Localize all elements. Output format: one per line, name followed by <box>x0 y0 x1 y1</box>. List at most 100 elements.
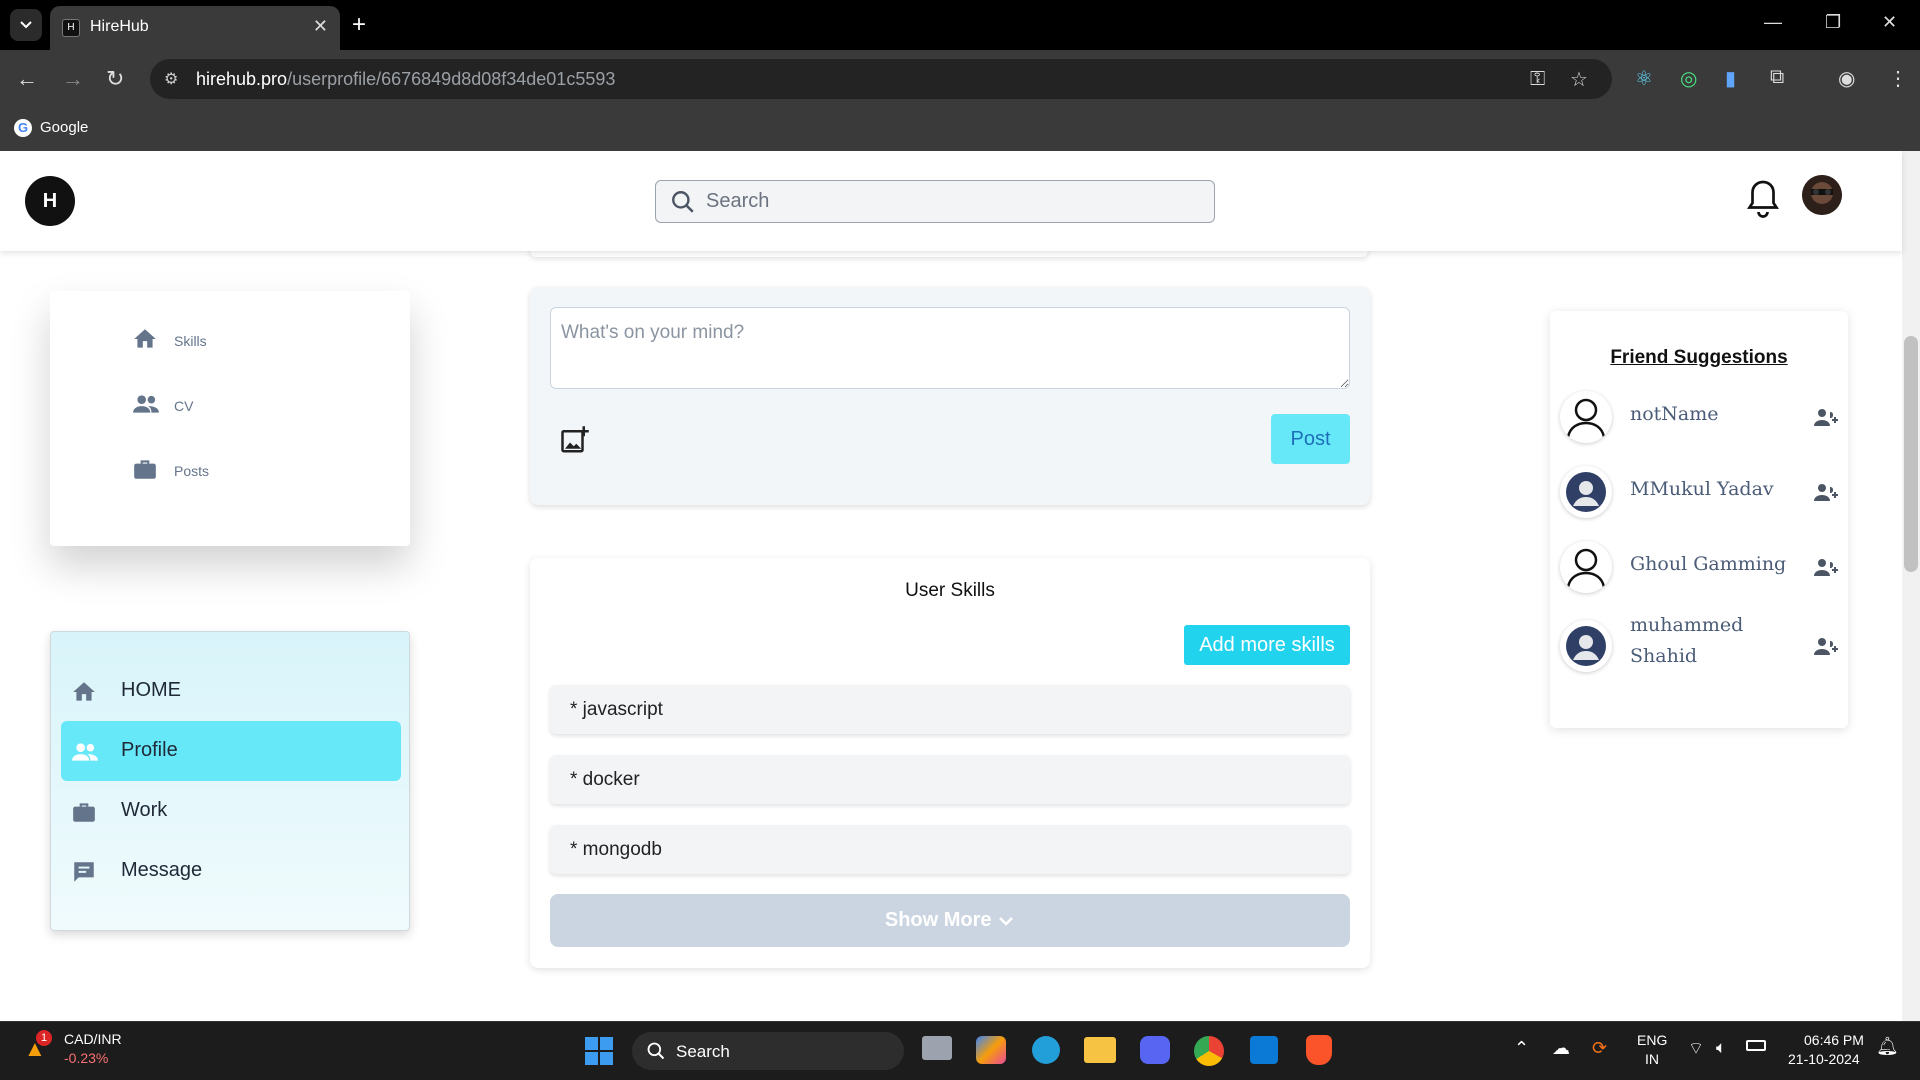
outline-user-icon <box>1560 391 1612 443</box>
page-viewport: H Skills CV Posts HOME P <box>0 151 1920 1021</box>
windows-taskbar: ▲ 1 CAD/INR -0.23% Search ⌃ ☁ ⟳ ENG IN ⌔… <box>0 1021 1920 1080</box>
post-textarea[interactable] <box>550 307 1350 389</box>
post-button[interactable]: Post <box>1271 414 1350 464</box>
taskbar-search[interactable]: Search <box>632 1032 904 1070</box>
friend-name[interactable]: notName <box>1630 399 1790 430</box>
extension-circle-icon[interactable]: ◎ <box>1680 66 1697 91</box>
battery-icon[interactable] <box>1746 1040 1766 1051</box>
user-skills-card: User Skills Add more skills * javascript… <box>530 558 1370 968</box>
google-icon: G <box>14 119 32 138</box>
people-icon <box>133 395 159 413</box>
add-friend-icon[interactable] <box>1813 481 1839 503</box>
bookmarks-bar: G Google <box>0 108 1920 151</box>
friend-name[interactable]: muhammed Shahid <box>1630 610 1790 672</box>
skill-item: * mongodb <box>550 825 1350 874</box>
react-devtools-icon[interactable]: ⚛ <box>1635 66 1653 91</box>
volume-icon[interactable]: 🔈︎ <box>1716 1038 1726 1058</box>
people-icon <box>72 743 98 761</box>
friend-name[interactable]: MMukul Yadav <box>1630 474 1790 505</box>
language-bottom[interactable]: IN <box>1645 1051 1659 1067</box>
address-bar[interactable]: ⚙ hirehub.pro/userprofile/6676849d8d08f3… <box>150 59 1612 99</box>
home-icon <box>134 329 156 348</box>
chrome-icon[interactable] <box>1194 1036 1224 1066</box>
tab-title: HireHub <box>90 18 149 35</box>
briefcase-icon <box>134 460 156 479</box>
ticker-change: -0.23% <box>64 1050 109 1066</box>
add-friend-icon[interactable] <box>1813 556 1839 578</box>
close-tab-icon[interactable]: ✕ <box>313 16 328 37</box>
notification-bell-icon[interactable] <box>1745 179 1781 221</box>
restore-window-icon[interactable]: ❐ <box>1825 12 1841 33</box>
ticker-badge: 1 <box>36 1030 52 1046</box>
section-link-skills[interactable]: Skills <box>132 326 207 356</box>
post-composer: Post <box>530 287 1370 505</box>
tab-list-dropdown-button[interactable] <box>10 9 42 41</box>
close-window-icon[interactable]: ✕ <box>1882 12 1897 33</box>
browser-menu-icon[interactable]: ⋮ <box>1888 66 1908 91</box>
sidebar-item-profile[interactable]: Profile <box>61 721 401 781</box>
profile-icon[interactable]: ◉ <box>1838 66 1855 91</box>
user-avatar[interactable] <box>1802 175 1842 215</box>
add-image-icon[interactable] <box>560 425 590 455</box>
search-icon <box>647 1042 665 1060</box>
copilot-icon[interactable] <box>976 1036 1006 1064</box>
add-friend-icon[interactable] <box>1813 406 1839 428</box>
default-avatar <box>1560 620 1612 672</box>
friend-name[interactable]: Ghoul Gamming <box>1630 549 1790 580</box>
clock-time[interactable]: 06:46 PM <box>1804 1032 1864 1048</box>
section-link-posts[interactable]: Posts <box>132 456 209 486</box>
friend-suggestion-item: Ghoul Gamming <box>1560 537 1840 597</box>
telegram-icon[interactable] <box>1032 1036 1060 1064</box>
sidebar-item-work[interactable]: Work <box>61 781 401 841</box>
brave-icon[interactable] <box>1306 1035 1332 1065</box>
friend-suggestions-title: Friend Suggestions <box>1610 347 1788 368</box>
new-tab-button[interactable]: + <box>352 11 366 39</box>
clock-date[interactable]: 21-10-2024 <box>1788 1051 1860 1067</box>
extensions-puzzle-icon[interactable]: ⧉ <box>1770 66 1784 89</box>
search-icon <box>672 191 694 213</box>
hirehub-logo[interactable]: H <box>25 176 75 226</box>
reload-icon[interactable]: ↻ <box>106 66 124 92</box>
forward-icon[interactable]: → <box>62 66 84 92</box>
sidebar-item-home[interactable]: HOME <box>61 661 401 721</box>
wifi-icon[interactable]: ⌔ <box>1688 1038 1704 1059</box>
outline-user-icon <box>1560 541 1612 593</box>
favicon: H <box>62 19 80 37</box>
bookmark-star-icon[interactable]: ☆ <box>1570 67 1588 92</box>
search-box[interactable] <box>655 180 1215 223</box>
file-explorer-icon[interactable] <box>1084 1037 1116 1063</box>
skill-item: * javascript <box>550 685 1350 734</box>
briefcase-icon <box>73 803 95 822</box>
page-scrollbar-track[interactable] <box>1902 151 1920 1021</box>
bookmark-google[interactable]: G Google <box>14 119 88 138</box>
add-more-skills-button[interactable]: Add more skills <box>1184 625 1350 665</box>
show-hidden-icons-chevron[interactable]: ⌃ <box>1514 1038 1529 1059</box>
sync-icon[interactable]: ⟳ <box>1592 1038 1607 1059</box>
onedrive-cloud-icon[interactable]: ☁ <box>1552 1038 1570 1059</box>
sidebar-item-message[interactable]: Message <box>61 841 401 901</box>
chevron-down-icon <box>20 21 32 29</box>
add-friend-icon[interactable] <box>1813 635 1839 657</box>
extension-files-icon[interactable]: ▮ <box>1725 66 1736 91</box>
minimize-window-icon[interactable]: — <box>1764 12 1782 33</box>
url-text[interactable]: hirehub.pro/userprofile/6676849d8d08f34d… <box>196 69 615 90</box>
task-view-icon[interactable] <box>922 1036 952 1060</box>
app-header: H <box>0 151 1902 251</box>
windows-start-icon[interactable] <box>584 1036 614 1069</box>
page-scrollbar-thumb[interactable] <box>1904 336 1918 572</box>
search-input[interactable] <box>706 181 1196 221</box>
language-top[interactable]: ENG <box>1637 1032 1667 1048</box>
notifications-bell-icon[interactable]: 🔔︎ <box>1876 1036 1899 1057</box>
show-more-button[interactable]: Show More <box>550 894 1350 947</box>
section-link-cv[interactable]: CV <box>132 391 193 421</box>
site-info-icon[interactable]: ⚙ <box>164 69 178 89</box>
profile-sections-card: Skills CV Posts <box>50 291 410 546</box>
discord-icon[interactable] <box>1140 1036 1170 1064</box>
browser-tab-active[interactable]: H HireHub ✕ <box>50 6 340 50</box>
vscode-icon[interactable] <box>1250 1036 1278 1064</box>
home-icon <box>73 682 95 701</box>
password-key-icon[interactable]: ⚿ <box>1530 68 1545 91</box>
ticker-name[interactable]: CAD/INR <box>64 1031 122 1047</box>
back-icon[interactable]: ← <box>16 66 38 92</box>
friend-suggestion-item: notName <box>1560 387 1840 447</box>
